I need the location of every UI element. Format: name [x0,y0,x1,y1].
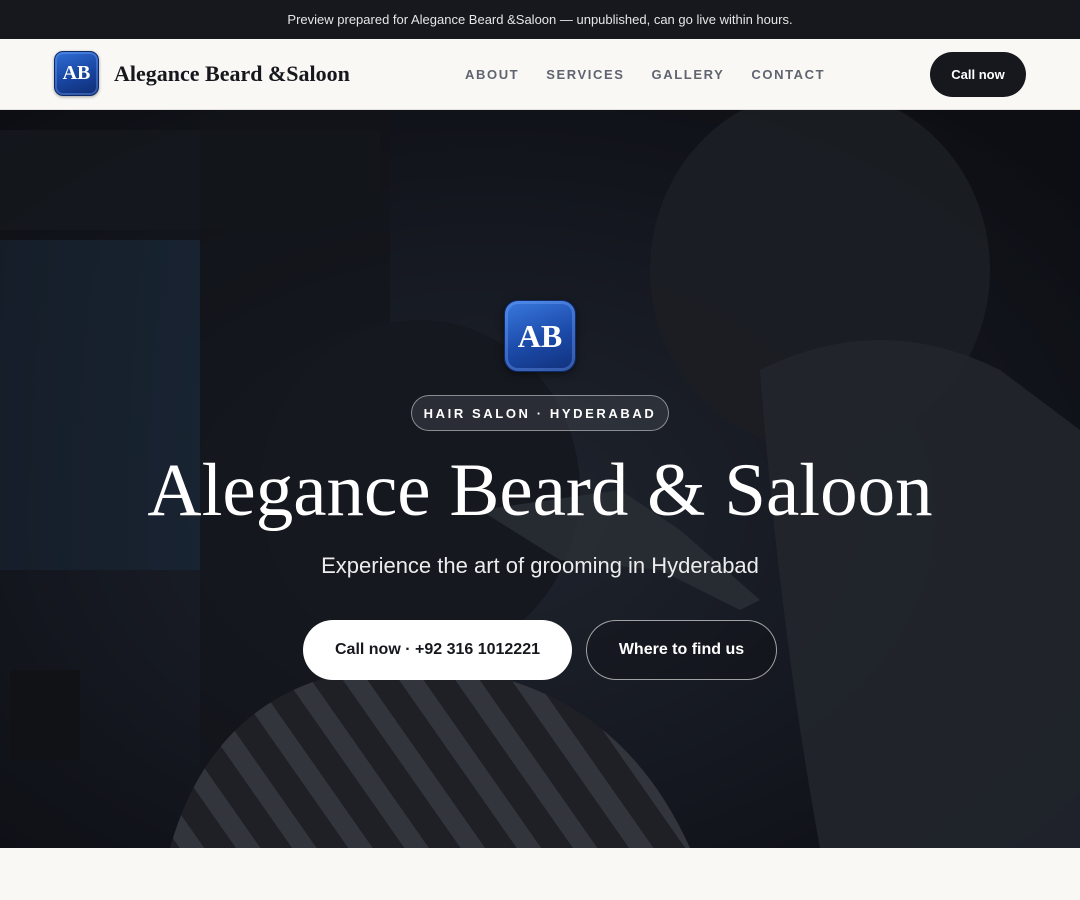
brand-logo: AB [54,51,99,96]
nav-link-services[interactable]: SERVICES [546,67,624,82]
nav-link-contact[interactable]: CONTACT [751,67,825,82]
site-header: AB Alegance Beard &Saloon ABOUT SERVICES… [0,39,1080,110]
preview-banner: Preview prepared for Alegance Beard &Sal… [0,0,1080,39]
brand-link[interactable]: AB Alegance Beard &Saloon [54,51,350,96]
nav-link-gallery[interactable]: GALLERY [652,67,725,82]
hero-logo-initials: AB [517,317,563,354]
main-nav: ABOUT SERVICES GALLERY CONTACT [465,39,825,109]
call-now-phone-button[interactable]: Call now · +92 316 1012221 [303,620,572,680]
hero-subtitle: Experience the art of grooming in Hydera… [321,553,759,578]
hero-category-badge: HAIR SALON · HYDERABAD [411,395,669,431]
hero-logo: AB [504,300,576,372]
hero-section: AB HAIR SALON · HYDERABAD Alegance Beard… [0,110,1080,848]
header-call-button[interactable]: Call now [930,52,1026,97]
brand-name: Alegance Beard &Saloon [114,60,350,86]
find-us-button[interactable]: Where to find us [586,620,777,680]
nav-link-about[interactable]: ABOUT [465,67,519,82]
hero-category-text: HAIR SALON · HYDERABAD [423,405,657,421]
hero-title: Alegance Beard & Saloon [147,449,933,532]
brand-logo-initials: AB [62,62,91,84]
hero-content: AB HAIR SALON · HYDERABAD Alegance Beard… [0,110,1080,848]
preview-banner-text: Preview prepared for Alegance Beard &Sal… [287,12,793,27]
